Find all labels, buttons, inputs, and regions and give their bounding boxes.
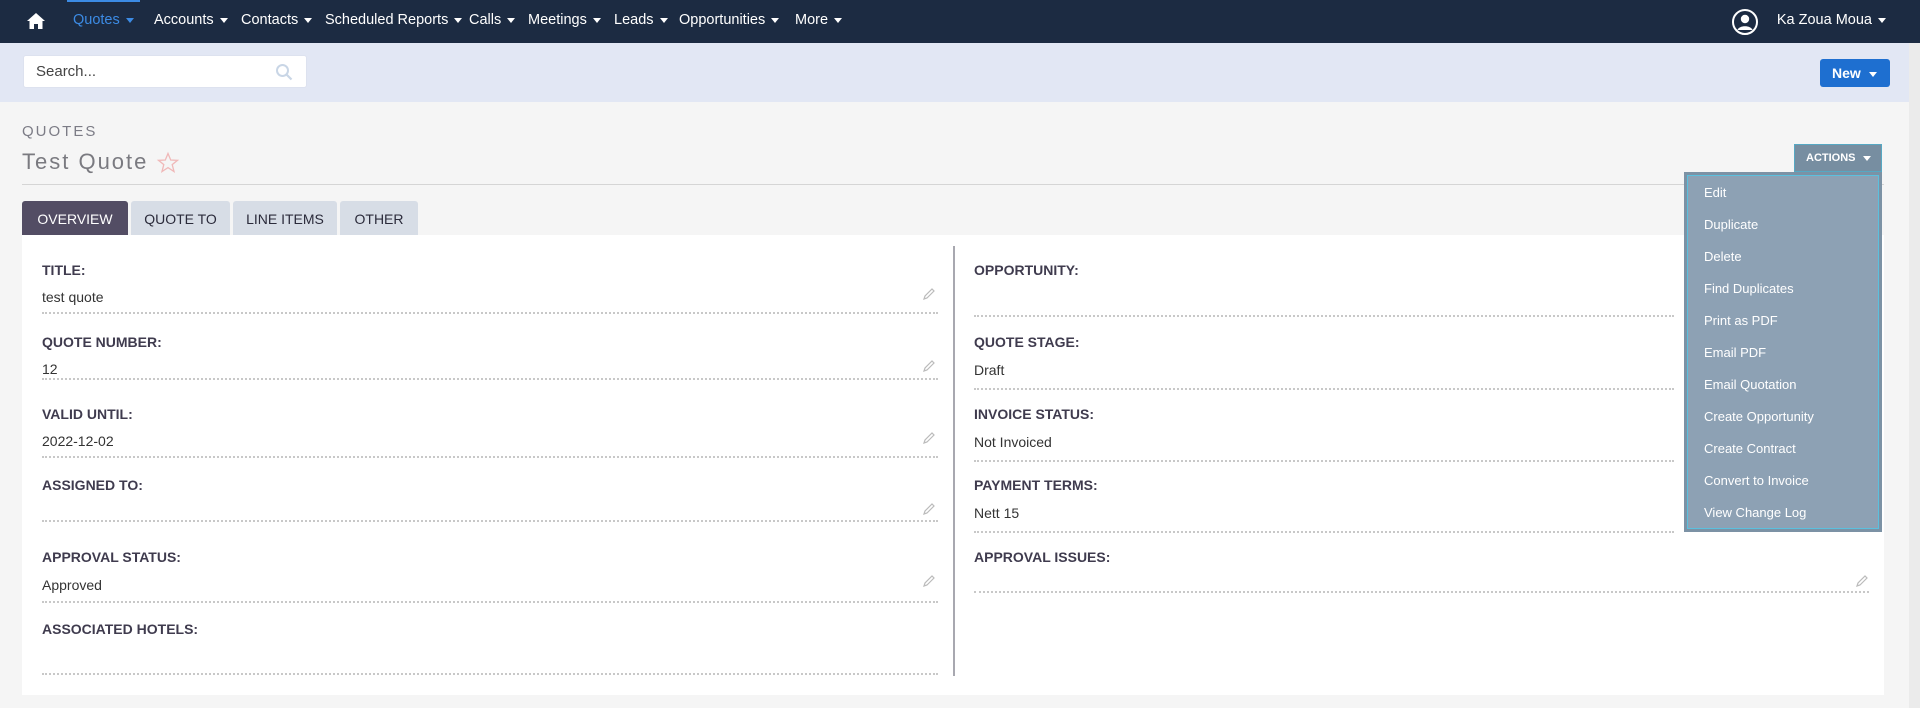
menu-item-create-opportunity[interactable]: Create Opportunity [1704,407,1814,427]
field-label-opportunity: OPPORTUNITY: [974,262,1079,278]
caret-down-icon [304,17,313,23]
field-label-invoice-status: INVOICE STATUS: [974,406,1095,422]
nav-item-label: Quotes [73,12,120,28]
field-underline [974,531,1674,533]
field-value-invoice-status: Not Invoiced [974,434,1052,450]
field-underline [42,378,938,380]
field-underline [974,315,1674,317]
menu-item-email-pdf[interactable]: Email PDF [1704,343,1766,363]
edit-pencil-icon[interactable] [922,287,936,301]
page-title: Test Quote [22,149,149,174]
nav-item-leads[interactable]: Leads [614,0,668,43]
edit-pencil-icon[interactable] [922,574,936,588]
nav-item-opportunities[interactable]: Opportunities [679,0,780,43]
user-name: Ka Zoua Moua [1776,12,1872,28]
menu-item-view-change-log[interactable]: View Change Log [1704,503,1806,523]
nav-item-calls[interactable]: Calls [469,0,516,43]
field-label-associated-hotels: ASSOCIATED HOTELS: [42,621,199,637]
field-label-approval-issues: APPROVAL ISSUES: [974,549,1111,565]
edit-pencil-icon[interactable] [1855,574,1869,588]
scrollbar[interactable] [1909,43,1920,708]
header-divider [22,184,1884,185]
nav-item-label: More [795,12,829,28]
module-name: QUOTES [22,123,98,140]
user-avatar-icon[interactable] [1732,9,1758,35]
menu-item-convert-to-invoice[interactable]: Convert to Invoice [1704,471,1809,491]
nav-item-scheduled-reports[interactable]: Scheduled Reports [325,0,463,43]
caret-down-icon [507,17,516,23]
actions-dropdown-menu: Edit Duplicate Delete Find Duplicates Pr… [1684,172,1882,532]
field-label-quote-number: QUOTE NUMBER: [42,334,162,350]
field-value-approval-status: Approved [42,577,102,593]
field-underline [42,520,938,522]
field-label-quote-stage: QUOTE STAGE: [974,334,1080,350]
edit-pencil-icon[interactable] [922,359,936,373]
menu-item-create-contract[interactable]: Create Contract [1704,439,1796,459]
nav-item-quotes[interactable]: Quotes [67,0,140,43]
caret-down-icon [1878,17,1886,23]
field-underline [974,388,1674,390]
search-bar: New [0,43,1920,102]
field-value-title: test quote [42,289,104,305]
tab-quote-to[interactable]: QUOTE TO [131,201,230,237]
field-underline [974,460,1674,462]
top-nav: Quotes Accounts Contacts Scheduled Repor… [0,0,1920,43]
caret-down-icon [771,17,780,23]
actions-button[interactable]: ACTIONS [1794,144,1882,172]
edit-pencil-icon[interactable] [922,502,936,516]
caret-down-icon [659,17,668,23]
menu-item-print-as-pdf[interactable]: Print as PDF [1704,311,1778,331]
nav-item-meetings[interactable]: Meetings [528,0,601,43]
tab-other[interactable]: OTHER [340,201,418,237]
nav-item-label: Meetings [528,12,587,28]
tab-line-items[interactable]: LINE ITEMS [233,201,337,237]
caret-down-icon [454,17,463,23]
field-underline [42,601,938,603]
search-icon[interactable] [275,63,293,81]
nav-item-label: Scheduled Reports [325,12,449,28]
nav-item-more[interactable]: More [795,0,843,43]
user-menu[interactable]: Ka Zoua Moua [1777,0,1886,43]
nav-item-label: Leads [614,12,654,28]
field-underline [42,673,938,675]
favorite-star-icon[interactable] [156,151,180,175]
column-divider [953,246,955,676]
edit-pencil-icon[interactable] [922,431,936,445]
field-label-title: TITLE: [42,262,86,278]
menu-item-email-quotation[interactable]: Email Quotation [1704,375,1797,395]
caret-down-icon [1868,71,1877,77]
field-value-quote-number: 12 [42,361,58,377]
menu-item-edit[interactable]: Edit [1704,183,1726,203]
nav-item-label: Calls [469,12,502,28]
field-underline [42,312,938,314]
menu-item-duplicate[interactable]: Duplicate [1704,215,1758,235]
new-button-label: New [1832,65,1861,81]
home-icon[interactable] [26,11,46,31]
nav-item-label: Accounts [154,12,214,28]
field-value-payment-terms: Nett 15 [974,505,1020,521]
caret-down-icon [1862,155,1871,161]
caret-down-icon [125,17,134,23]
field-underline [974,591,1869,593]
nav-item-label: Contacts [241,12,299,28]
new-button[interactable]: New [1820,59,1890,87]
caret-down-icon [219,17,228,23]
menu-item-find-duplicates[interactable]: Find Duplicates [1704,279,1794,299]
field-underline [42,456,938,458]
menu-item-delete[interactable]: Delete [1704,247,1742,267]
field-value-valid-until: 2022-12-02 [42,433,114,449]
field-label-approval-status: APPROVAL STATUS: [42,549,181,565]
caret-down-icon [834,17,843,23]
field-label-assigned-to: ASSIGNED TO: [42,477,143,493]
actions-button-label: ACTIONS [1806,152,1856,164]
tab-overview[interactable]: OVERVIEW [22,201,128,237]
search-input[interactable] [23,55,307,88]
nav-item-accounts[interactable]: Accounts [154,0,228,43]
field-label-valid-until: VALID UNTIL: [42,406,133,422]
field-label-payment-terms: PAYMENT TERMS: [974,477,1098,493]
field-value-quote-stage: Draft [974,362,1005,378]
caret-down-icon [592,17,601,23]
nav-item-label: Opportunities [679,12,766,28]
nav-item-contacts[interactable]: Contacts [241,0,313,43]
